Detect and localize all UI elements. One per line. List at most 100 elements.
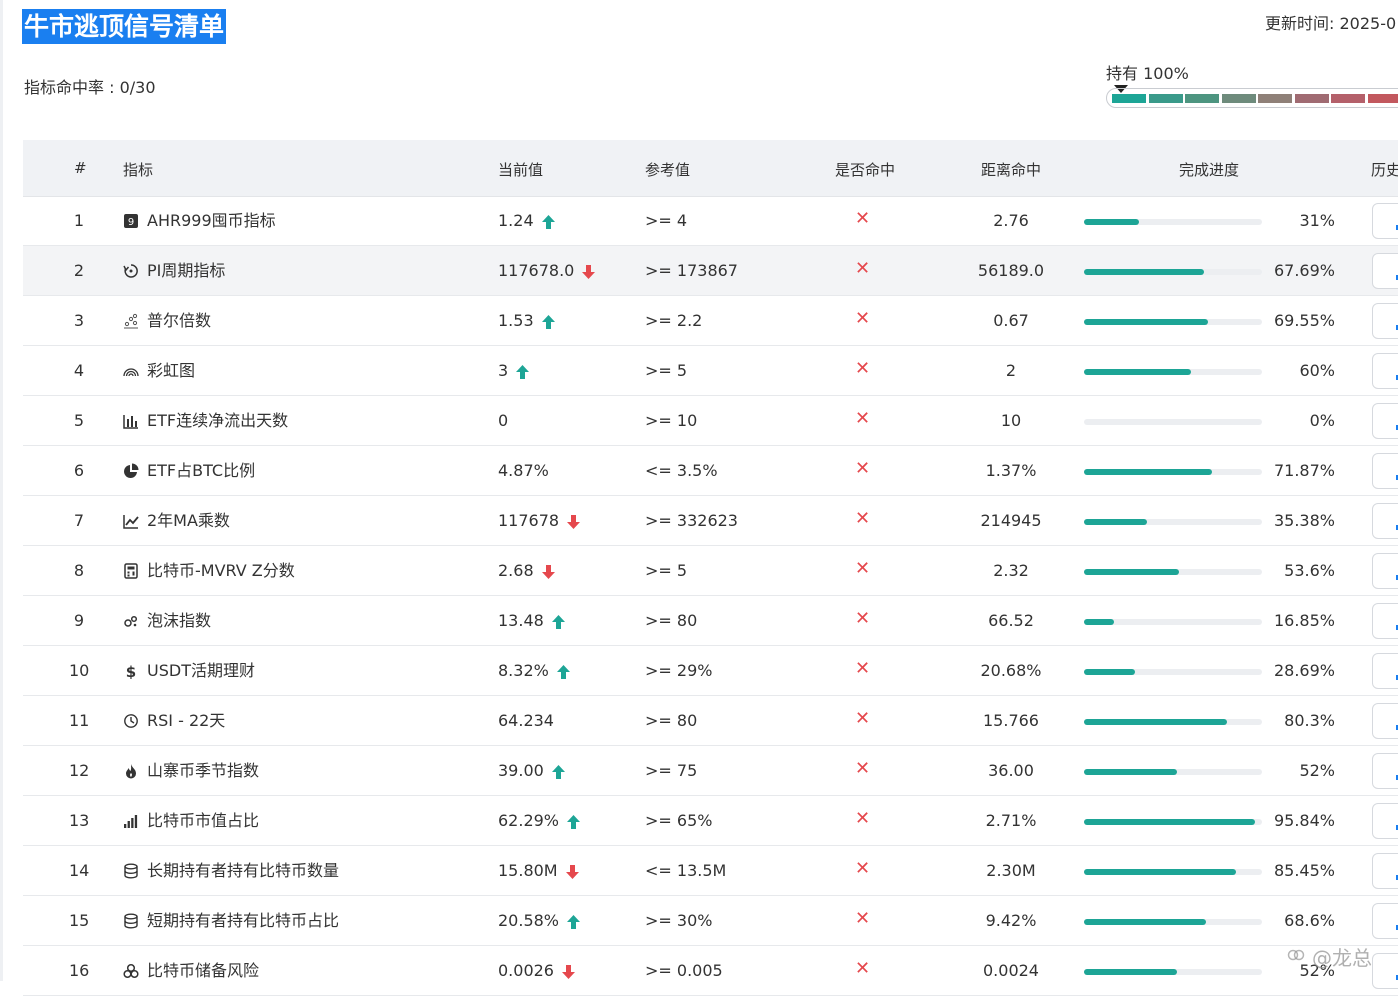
distance-value: 2 bbox=[961, 361, 1061, 381]
indicator-name[interactable]: ETF连续净流出天数 bbox=[147, 411, 288, 431]
table-row[interactable]: 19AHR999囤币指标1.24>= 4✕2.7631% bbox=[23, 196, 1398, 246]
gauge-segment bbox=[1112, 94, 1146, 103]
indicator-name[interactable]: AHR999囤币指标 bbox=[147, 211, 276, 231]
gauge-segment bbox=[1368, 94, 1398, 103]
current-value: 0 bbox=[498, 411, 508, 430]
svg-text:$: $ bbox=[126, 663, 136, 679]
table-row[interactable]: 14长期持有者持有比特币数量15.80M<= 13.5M✕2.30M85.45% bbox=[23, 846, 1398, 896]
table-row[interactable]: 8比特币-MVRV Z分数2.68>= 5✕2.3253.6% bbox=[23, 546, 1398, 596]
scatter-icon bbox=[123, 313, 139, 329]
progress-percent: 68.6% bbox=[1263, 911, 1335, 931]
history-chart-button[interactable] bbox=[1372, 203, 1398, 239]
table-row[interactable]: 15短期持有者持有比特币占比20.58%>= 30%✕9.42%68.6% bbox=[23, 896, 1398, 946]
watermark-text: @龙总 bbox=[1312, 942, 1372, 971]
row-number: 7 bbox=[69, 511, 89, 531]
indicator-name[interactable]: 长期持有者持有比特币数量 bbox=[147, 861, 339, 881]
indicator-name[interactable]: RSI - 22天 bbox=[147, 711, 225, 731]
progress-fill bbox=[1084, 819, 1255, 825]
progress-fill bbox=[1084, 969, 1177, 975]
not-hit-x-icon: ✕ bbox=[855, 559, 870, 579]
current-value-cell: 117678.0 bbox=[498, 261, 595, 281]
history-chart-button[interactable] bbox=[1372, 903, 1398, 939]
table-row[interactable]: 72年MA乘数117678>= 332623✕21494535.38% bbox=[23, 496, 1398, 546]
indicator-name[interactable]: 泡沫指数 bbox=[147, 611, 211, 631]
table-row[interactable]: 6ETF占BTC比例4.87%<= 3.5%✕1.37%71.87% bbox=[23, 446, 1398, 496]
progress-track bbox=[1084, 619, 1262, 625]
not-hit-x-icon: ✕ bbox=[855, 609, 870, 629]
progress-track bbox=[1084, 519, 1262, 525]
row-number: 8 bbox=[69, 561, 89, 581]
table-row[interactable]: 9泡沫指数13.48>= 80✕66.5216.85% bbox=[23, 596, 1398, 646]
progress-percent: 80.3% bbox=[1263, 711, 1335, 731]
indicator-name[interactable]: 比特币储备风险 bbox=[147, 961, 259, 981]
table-row[interactable]: 2PI周期指标117678.0>= 173867✕56189.067.69% bbox=[23, 246, 1398, 296]
header-current: 当前值 bbox=[498, 159, 543, 180]
indicator-name[interactable]: USDT活期理财 bbox=[147, 661, 255, 681]
table-row[interactable]: 3普尔倍数1.53>= 2.2✕0.6769.55% bbox=[23, 296, 1398, 346]
progress-track bbox=[1084, 919, 1262, 925]
progress-track bbox=[1084, 719, 1262, 725]
table-row[interactable]: 4彩虹图3>= 5✕260% bbox=[23, 346, 1398, 396]
distance-value: 10 bbox=[961, 411, 1061, 431]
distance-value: 20.68% bbox=[961, 661, 1061, 681]
table-row[interactable]: 13比特币市值占比62.29%>= 65%✕2.71%95.84% bbox=[23, 796, 1398, 846]
history-chart-button[interactable] bbox=[1372, 753, 1398, 789]
history-chart-button[interactable] bbox=[1372, 303, 1398, 339]
not-hit-x-icon: ✕ bbox=[855, 809, 870, 829]
distance-value: 0.0024 bbox=[961, 961, 1061, 981]
trend-up-icon bbox=[542, 315, 555, 329]
current-value: 117678.0 bbox=[498, 261, 574, 280]
history-chart-button[interactable] bbox=[1372, 803, 1398, 839]
history-chart-button[interactable] bbox=[1372, 353, 1398, 389]
progress-track bbox=[1084, 969, 1262, 975]
indicator-name[interactable]: 2年MA乘数 bbox=[147, 511, 230, 531]
indicator-name[interactable]: 短期持有者持有比特币占比 bbox=[147, 911, 339, 931]
trend-down-icon bbox=[567, 515, 580, 529]
indicator-name[interactable]: 比特币市值占比 bbox=[147, 811, 259, 831]
table-row[interactable]: 5ETF连续净流出天数0>= 10✕100% bbox=[23, 396, 1398, 446]
page-title: 牛市逃顶信号清单 bbox=[22, 9, 226, 44]
distance-value: 56189.0 bbox=[961, 261, 1061, 281]
reference-value: >= 0.005 bbox=[645, 961, 723, 981]
current-value-cell: 4.87% bbox=[498, 461, 549, 481]
bubbles-icon bbox=[123, 613, 139, 629]
header-progress: 完成进度 bbox=[1179, 159, 1239, 180]
history-chart-button[interactable] bbox=[1372, 503, 1398, 539]
history-chart-button[interactable] bbox=[1372, 553, 1398, 589]
table-row[interactable]: 10$USDT活期理财8.32%>= 29%✕20.68%28.69% bbox=[23, 646, 1398, 696]
indicator-name[interactable]: 彩虹图 bbox=[147, 361, 195, 381]
progress-fill bbox=[1084, 619, 1114, 625]
current-value-cell: 62.29% bbox=[498, 811, 580, 831]
reference-value: >= 173867 bbox=[645, 261, 738, 281]
history-chart-button[interactable] bbox=[1372, 703, 1398, 739]
line-chart-icon bbox=[123, 513, 139, 529]
reference-value: <= 13.5M bbox=[645, 861, 726, 881]
indicator-name[interactable]: 普尔倍数 bbox=[147, 311, 211, 331]
table-row[interactable]: 16比特币储备风险0.0026>= 0.005✕0.002452% bbox=[23, 946, 1398, 996]
history-chart-button[interactable] bbox=[1372, 253, 1398, 289]
history-chart-button[interactable] bbox=[1372, 953, 1398, 989]
history-chart-button[interactable] bbox=[1372, 853, 1398, 889]
not-hit-x-icon: ✕ bbox=[855, 709, 870, 729]
row-number: 16 bbox=[69, 961, 89, 981]
history-chart-button[interactable] bbox=[1372, 653, 1398, 689]
table-row[interactable]: 11RSI - 22天64.234>= 80✕15.76680.3% bbox=[23, 696, 1398, 746]
distance-value: 2.76 bbox=[961, 211, 1061, 231]
indicator-name[interactable]: PI周期指标 bbox=[147, 261, 225, 281]
distance-value: 214945 bbox=[961, 511, 1061, 531]
history-chart-button[interactable] bbox=[1372, 403, 1398, 439]
history-chart-button[interactable] bbox=[1372, 603, 1398, 639]
progress-percent: 69.55% bbox=[1263, 311, 1335, 331]
indicator-name[interactable]: 比特币-MVRV Z分数 bbox=[147, 561, 295, 581]
not-hit-x-icon: ✕ bbox=[855, 409, 870, 429]
biohazard-icon bbox=[123, 963, 139, 979]
not-hit-x-icon: ✕ bbox=[855, 909, 870, 929]
indicator-name[interactable]: 山寨币季节指数 bbox=[147, 761, 259, 781]
distance-value: 0.67 bbox=[961, 311, 1061, 331]
row-number: 11 bbox=[69, 711, 89, 731]
reference-value: >= 10 bbox=[645, 411, 697, 431]
current-value-cell: 64.234 bbox=[498, 711, 554, 731]
indicator-name[interactable]: ETF占BTC比例 bbox=[147, 461, 255, 481]
history-chart-button[interactable] bbox=[1372, 453, 1398, 489]
table-row[interactable]: 12山寨币季节指数39.00>= 75✕36.0052% bbox=[23, 746, 1398, 796]
